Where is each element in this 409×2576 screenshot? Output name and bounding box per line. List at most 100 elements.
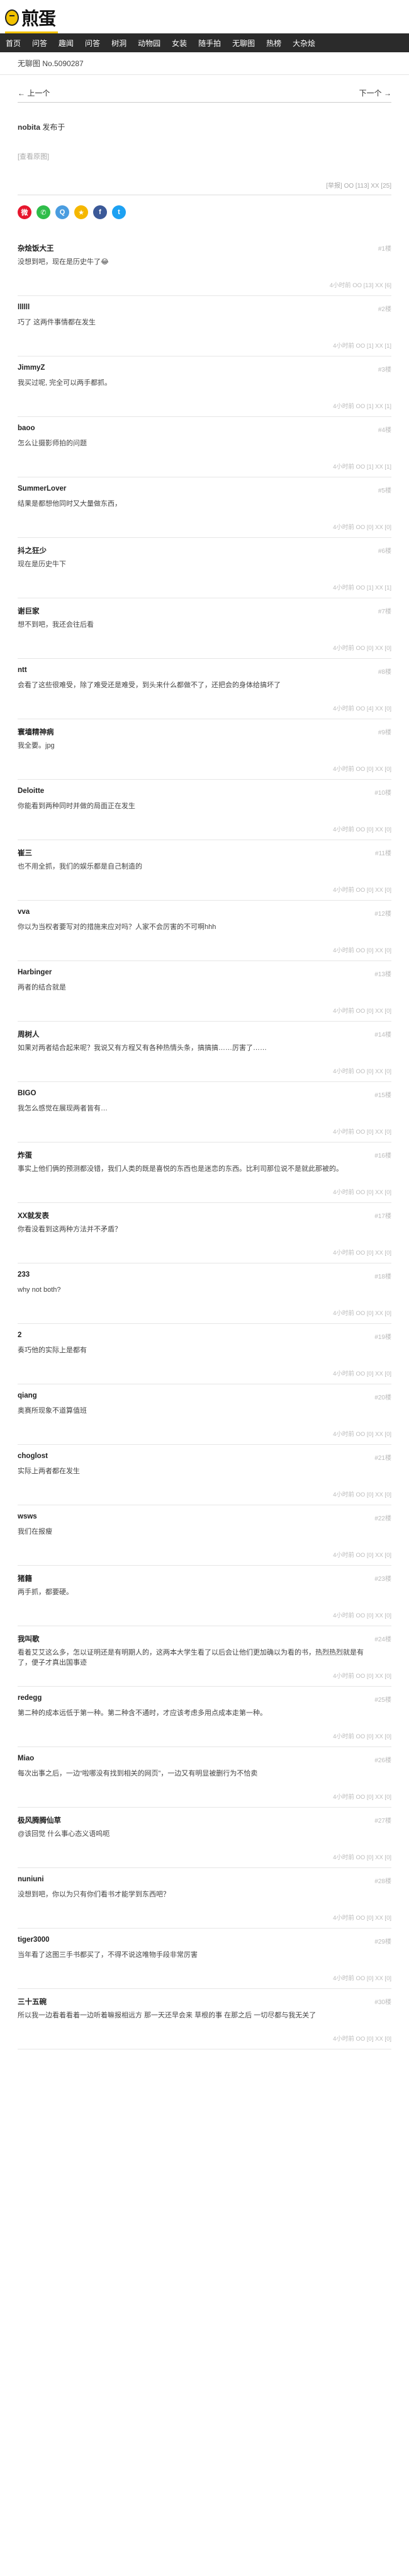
comment-votes[interactable]: 4小时前 OO [0] XX [0] [333,1066,391,1075]
comment-votes[interactable]: 4小时前 OO [0] XX [0] [333,1127,391,1136]
qzone-icon[interactable]: ★ [74,205,88,219]
nav-item[interactable]: 树洞 [106,38,132,48]
comment-votes[interactable]: 4小时前 OO [0] XX [0] [333,1248,391,1257]
comment-author[interactable]: Harbinger [18,969,52,976]
comment-author[interactable]: 寰墙精神病 [18,727,54,737]
comment-item: tiger3000 #29楼 当年看了这图三手书都买了，不得不说这唯物手段非常厉害 4… [18,1929,391,1989]
comment-item: 周树人 #14楼 如果对两者结合起来呢？我说又有方程又有各种热情头条，搞搞搞……厉害… [18,1022,391,1082]
comment-text: 实际上两者都在发生 [18,1468,80,1475]
comment-author[interactable]: 三十五碗 [18,1997,47,2007]
comment-votes[interactable]: 4小时前 OO [0] XX [0] [333,2034,391,2043]
site-logo-text[interactable]: 煎蛋 [21,5,56,30]
comment-votes[interactable]: 4小时前 OO [0] XX [0] [333,1308,391,1317]
comment-item: Deloitte #10楼 你能看到两种同时并做的局面正在发生 4小时前 OO [0]… [18,780,391,840]
post: nobita 发布于 [查看原图] [举报] OO [113] XX [25] [0,103,409,190]
comment-author[interactable]: 崔三 [18,848,32,858]
nav-item[interactable]: 趣闻 [53,38,79,48]
weibo-icon[interactable]: 微 [18,205,31,219]
qq-icon[interactable]: Q [55,205,69,219]
view-original-link[interactable]: [查看原图] [18,151,391,161]
next-link[interactable]: 下一个 → [359,88,391,98]
comment-author[interactable]: SummerLover [18,485,66,493]
comment-author[interactable]: XX就发表 [18,1211,49,1221]
wechat-icon[interactable]: ✆ [36,205,50,219]
nav-item[interactable]: 无聊图 [227,38,261,48]
comment-author[interactable]: 抖之狂少 [18,545,47,556]
comment-author[interactable]: JimmyZ [18,364,45,372]
comment-text: 如果对两者结合起来呢？我说又有方程又有各种热情头条，搞搞搞……厉害了…… [18,1044,267,1052]
comment-votes[interactable]: 4小时前 OO [0] XX [0] [333,1006,391,1015]
comment-votes[interactable]: 4小时前 OO [0] XX [0] [333,1973,391,1982]
comment-author[interactable]: 猪籍 [18,1573,32,1583]
post-author[interactable]: nobita [18,123,40,132]
comment-item: JimmyZ #3楼 我买过呢, 完全可以两手都抓。 4小时前 OO [1] XX [… [18,356,391,417]
comment-votes[interactable]: 4小时前 OO [0] XX [0] [333,522,391,531]
comment-author[interactable]: vva [18,908,30,916]
comment-votes[interactable]: 4小时前 OO [0] XX [0] [333,1913,391,1922]
comment-votes[interactable]: 4小时前 OO [0] XX [0] [333,1671,391,1680]
comment-votes[interactable]: 4小时前 OO [0] XX [0] [333,1187,391,1196]
comment-votes[interactable]: 4小时前 OO [0] XX [0] [333,1610,391,1619]
comment-author[interactable]: 谢巨家 [18,606,40,616]
comment-author[interactable]: redegg [18,1694,42,1702]
comment-item: nuniuni #28楼 没想到吧，你以为只有你们看书才能学到东西吧？ 4小时前 OO… [18,1868,391,1929]
comment-votes[interactable]: 4小时前 OO [0] XX [0] [333,1731,391,1740]
comment-author[interactable]: tiger3000 [18,1936,50,1944]
comment-floor: #22楼 [374,1515,391,1522]
comment-votes[interactable]: 4小时前 OO [1] XX [1] [333,462,391,470]
comment-votes[interactable]: 4小时前 OO [0] XX [0] [333,764,391,773]
nav-item[interactable]: 大杂烩 [287,38,321,48]
comment-floor: #26楼 [374,1757,391,1764]
facebook-icon[interactable]: f [93,205,107,219]
comment-author[interactable]: 杂烩饭大王 [18,243,54,253]
nav-item[interactable]: 问答 [26,38,53,48]
nav-item[interactable]: 热榜 [261,38,287,48]
comment-item: 抖之狂少 #6楼 现在是历史牛下 4小时前 OO [1] XX [1] [18,538,391,598]
comment-author[interactable]: 我叫歌 [18,1634,40,1644]
comment-votes[interactable]: 4小时前 OO [13] XX [6] [330,280,391,289]
comment-item: redegg #25楼 第二种的成本远低于第一种。第二种含不通时，才应该考虑多用点成… [18,1687,391,1747]
comment-text: 第二种的成本远低于第一种。第二种含不通时，才应该考虑多用点成本走第一种。 [18,1709,267,1717]
comment-votes[interactable]: 4小时前 OO [0] XX [0] [333,643,391,652]
comment-votes[interactable]: 4小时前 OO [0] XX [0] [333,1852,391,1861]
main-nav: 首页 问答 趣闻 问答 树洞 动物园 女装 随手拍 无聊图 热榜 大杂烩 [0,33,409,52]
comment-votes[interactable]: 4小时前 OO [1] XX [1] [333,401,391,410]
comment-author[interactable]: llllll [18,304,30,311]
prev-link[interactable]: ← 上一个 [18,88,50,98]
nav-item[interactable]: 随手拍 [193,38,227,48]
comment-author[interactable]: wsws [18,1513,37,1520]
comment-votes[interactable]: 4小时前 OO [0] XX [0] [333,824,391,833]
comment-votes[interactable]: 4小时前 OO [0] XX [0] [333,1792,391,1801]
nav-item[interactable]: 问答 [79,38,106,48]
comment-author[interactable]: 2 [18,1331,21,1339]
comment-author[interactable]: 极风腾腾仙草 [18,1815,61,1825]
logo-icon[interactable] [5,9,19,26]
comment-votes[interactable]: 4小时前 OO [0] XX [0] [333,1550,391,1559]
comment-author[interactable]: Miao [18,1755,34,1762]
comment-votes[interactable]: 4小时前 OO [0] XX [0] [333,885,391,894]
comment-votes[interactable]: 4小时前 OO [0] XX [0] [333,1429,391,1438]
comment-author[interactable]: nuniuni [18,1876,44,1883]
comment-author[interactable]: Deloitte [18,787,44,795]
comment-votes[interactable]: 4小时前 OO [4] XX [0] [333,704,391,712]
comment-author[interactable]: 周树人 [18,1029,40,1039]
comment-votes[interactable]: 4小时前 OO [0] XX [0] [333,945,391,954]
comment-votes[interactable]: 4小时前 OO [0] XX [0] [333,1369,391,1377]
comment-votes[interactable]: 4小时前 OO [1] XX [1] [333,341,391,350]
comment-votes[interactable]: 4小时前 OO [1] XX [1] [333,583,391,591]
comment-author[interactable]: BIGO [18,1090,36,1097]
comment-text: 结果是都想他同时又大量做东西， [18,500,121,508]
comment-author[interactable]: choglost [18,1452,48,1460]
nav-item[interactable]: 动物园 [132,38,166,48]
nav-item[interactable]: 女装 [166,38,193,48]
comment-floor: #29楼 [374,1939,391,1946]
twitter-icon[interactable]: t [112,205,126,219]
comment-author[interactable]: 炸蛋 [18,1150,32,1160]
comment-floor: #24楼 [374,1636,391,1643]
comment-votes[interactable]: 4小时前 OO [0] XX [0] [333,1490,391,1498]
nav-item[interactable]: 首页 [0,38,26,48]
comment-author[interactable]: qiang [18,1392,37,1399]
comment-author[interactable]: 233 [18,1271,30,1279]
comment-author[interactable]: baoo [18,425,35,432]
comment-author[interactable]: ntt [18,666,27,674]
